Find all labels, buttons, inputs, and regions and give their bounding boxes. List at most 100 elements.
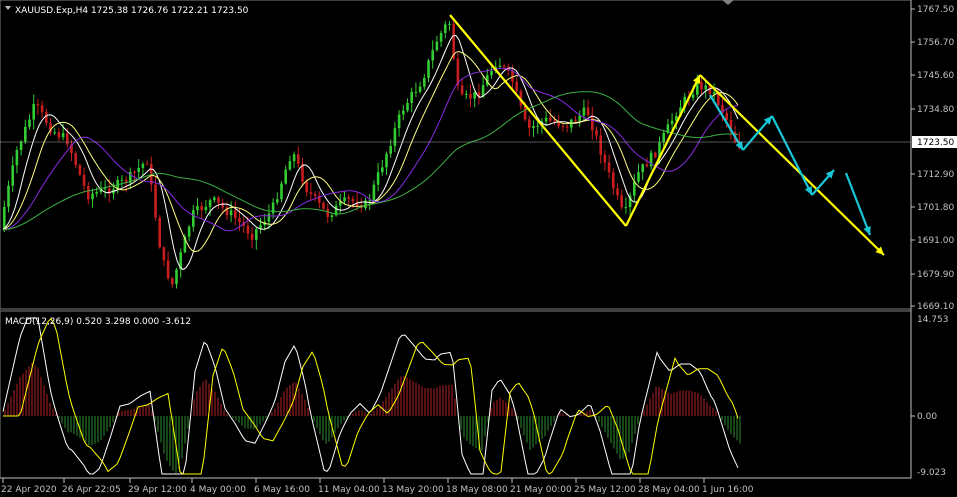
candle-body — [712, 92, 716, 94]
candle-body — [418, 86, 422, 92]
candle-body — [229, 210, 233, 216]
yellow-down-arrow — [699, 74, 885, 256]
candle-body — [91, 193, 94, 200]
candle-body — [410, 92, 413, 104]
macd-tick-label: -9.023 — [917, 468, 946, 478]
price-tick-label: 1745.60 — [917, 71, 954, 81]
candle-body — [347, 197, 350, 199]
candle-body — [11, 165, 14, 186]
candle-body — [78, 165, 82, 175]
candle-body — [557, 122, 560, 126]
candle-body — [515, 81, 518, 92]
price-tick-label: 1712.90 — [917, 170, 954, 180]
candle-body — [196, 206, 199, 211]
candle-body — [208, 200, 212, 207]
price-pane-frame — [0, 0, 912, 310]
candle-body — [66, 133, 69, 145]
candle-body — [246, 225, 250, 234]
candle-body — [376, 172, 380, 185]
candle-body — [444, 24, 447, 33]
candle-body — [175, 269, 178, 285]
candle-body — [234, 210, 237, 219]
candle-body — [238, 218, 241, 222]
candle-body — [221, 202, 224, 208]
candle-body — [574, 119, 577, 121]
candle-body — [460, 85, 464, 95]
candle-body — [637, 172, 640, 182]
candle-body — [192, 210, 195, 227]
candle-body — [305, 181, 308, 193]
time-tick-label: 18 May 08:00 — [446, 485, 508, 495]
candle-body — [171, 278, 174, 285]
candle-body — [490, 71, 493, 76]
candle-body — [725, 112, 728, 120]
candle-body — [393, 128, 397, 146]
cyan-down-arrow — [844, 172, 872, 236]
candle-body — [120, 179, 124, 181]
candle-body — [255, 229, 258, 240]
trading-chart-window[interactable]: XAUUSD.Exp,H4 1725.38 1726.76 1722.21 17… — [0, 0, 957, 497]
candle-body — [603, 154, 607, 163]
macd-pane-frame — [0, 310, 912, 479]
candle-body — [187, 226, 191, 237]
candle-body — [381, 167, 384, 173]
candle-body — [532, 126, 535, 128]
candle-body — [448, 23, 451, 25]
candle-body — [3, 206, 6, 230]
candle-body — [406, 103, 409, 111]
macd-lines — [2, 317, 739, 475]
chart-shift-marker-icon[interactable] — [722, 0, 734, 5]
chart-menu-triangle-icon[interactable] — [5, 6, 11, 10]
candle-body — [473, 92, 476, 99]
ma-slow-line — [2, 67, 739, 232]
macd-tick-label: 14.753 — [917, 315, 949, 325]
candle-body — [45, 112, 48, 124]
candle-body — [469, 93, 472, 99]
candle-body — [502, 65, 506, 67]
candle-body — [28, 119, 31, 127]
candle-body — [582, 107, 586, 116]
candle-body — [414, 91, 418, 93]
candle-body — [553, 120, 556, 123]
candle-body — [595, 130, 598, 136]
candle-body — [280, 183, 283, 200]
candle-body — [343, 197, 346, 202]
macd-info-text: MACD(12,26,9) 0.520 3.298 0.000 -3.612 — [5, 317, 191, 327]
candle-body — [200, 206, 203, 211]
yellow-up-arrow — [625, 74, 701, 227]
macd-histogram — [4, 362, 741, 474]
candle-body — [313, 193, 317, 196]
candle-body — [95, 192, 98, 194]
chart-canvas[interactable]: XAUUSD.Exp,H4 1725.38 1726.76 1722.21 17… — [0, 0, 957, 497]
time-axis: 22 Apr 2020 26 Apr 22:05 29 Apr 12:00 4 … — [1, 478, 754, 495]
candle-body — [250, 233, 254, 240]
time-tick-label: 22 Apr 2020 — [1, 485, 57, 495]
time-tick-label: 11 May 04:00 — [318, 485, 380, 495]
candle-body — [326, 208, 329, 217]
candle-body — [15, 149, 19, 166]
time-tick-label: 6 May 16:00 — [254, 485, 310, 495]
time-tick-label: 25 May 12:00 — [574, 485, 636, 495]
candle-body — [145, 163, 149, 165]
candle-body — [166, 260, 170, 279]
time-tick-label: 1 Jun 16:00 — [702, 485, 754, 495]
candle-body — [292, 154, 296, 162]
macd-signal-line — [3, 318, 739, 475]
candle-body — [74, 153, 77, 166]
candle-body — [36, 104, 40, 106]
time-tick-label: 4 May 00:00 — [190, 485, 246, 495]
trend-arrows — [449, 14, 885, 256]
symbol-info-text: XAUUSD.Exp,H4 1725.38 1726.76 1722.21 17… — [15, 6, 249, 16]
candle-body — [322, 202, 325, 209]
candle-body — [599, 135, 602, 155]
candle-body — [103, 188, 107, 190]
candle-body — [385, 153, 388, 168]
candle-body — [536, 125, 539, 127]
candle-body — [7, 185, 10, 207]
candle-body — [137, 167, 140, 173]
price-tick-label: 1701.80 — [917, 203, 954, 213]
candle-body — [133, 171, 136, 173]
price-tick-label: 1734.80 — [917, 105, 954, 115]
candle-body — [288, 161, 292, 170]
candle-body — [217, 197, 220, 203]
